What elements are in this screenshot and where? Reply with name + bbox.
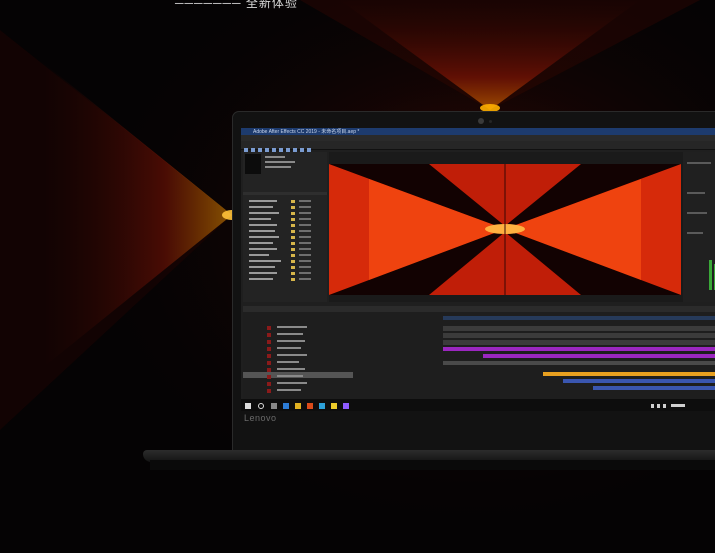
app-toolbar — [241, 141, 715, 152]
window-title: Adobe After Effects CC 2019 - 未命名项目.aep … — [253, 129, 360, 135]
audio-meter — [687, 162, 715, 290]
timeline-panel[interactable] — [243, 306, 715, 399]
project-list — [243, 154, 327, 281]
project-panel — [243, 152, 327, 302]
lenovo-logo: Lenovo — [244, 413, 277, 423]
taskbar-icons — [245, 403, 685, 409]
composition-viewer[interactable] — [329, 152, 715, 302]
webcam-icon — [478, 118, 484, 124]
os-taskbar — [241, 399, 715, 411]
webcam-indicator — [489, 120, 492, 123]
headline-caption: ─────── 全新体验 — [175, 0, 298, 10]
effects-panel — [683, 152, 715, 302]
laptop-screen: Adobe After Effects CC 2019 - 未命名项目.aep … — [241, 128, 715, 411]
app-titlebar: Adobe After Effects CC 2019 - 未命名项目.aep … — [241, 128, 715, 135]
composition-frame — [329, 164, 681, 295]
laptop-base-shadow — [150, 460, 715, 470]
timeline-layers — [243, 306, 715, 393]
